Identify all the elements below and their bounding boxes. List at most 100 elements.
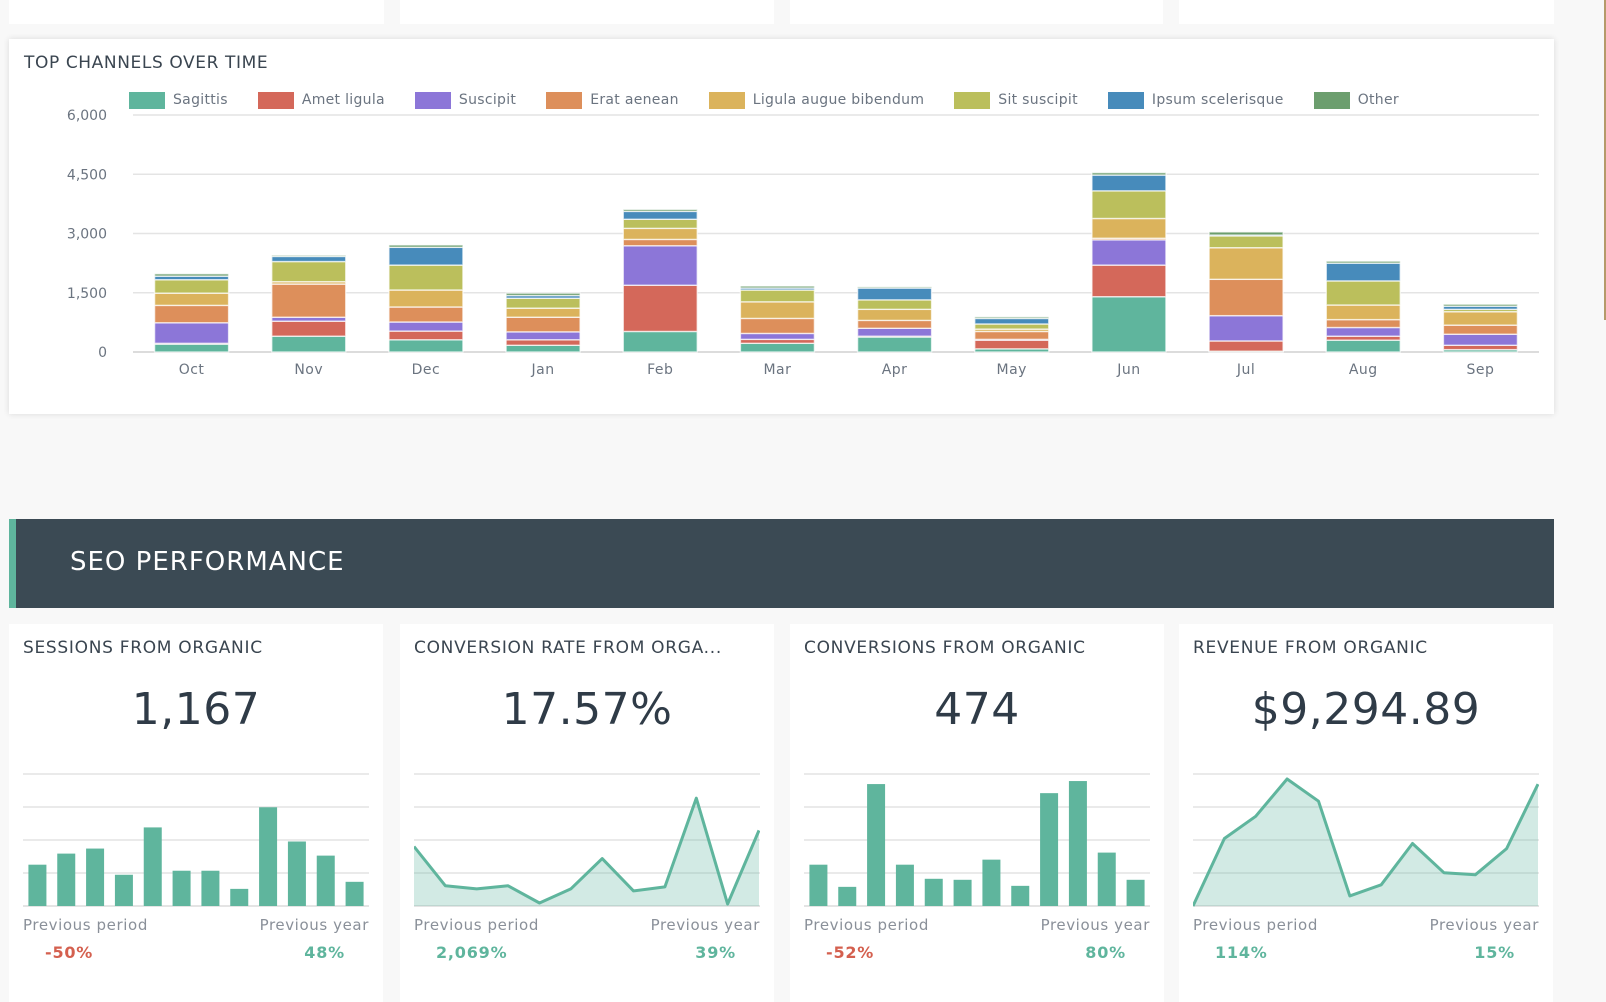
- bar-segment-erat-aenean[interactable]: [388, 306, 464, 323]
- bar-segment-sit-suscipit[interactable]: [1325, 280, 1401, 306]
- bar-segment-other[interactable]: [271, 254, 347, 258]
- bar-segment-sagittis[interactable]: [856, 336, 933, 353]
- top-channels-chart: 0 1,500 3,000 4,500 6,000 Oct Nov Dec Jan Feb Mar A…: [67, 108, 1539, 378]
- bar-segment-erat-aenean[interactable]: [153, 304, 230, 324]
- bar-segment-ipsum-scelerisque[interactable]: [622, 210, 698, 220]
- bar-segment-other[interactable]: [1091, 171, 1167, 176]
- x-tick-label: Sep: [1466, 362, 1494, 378]
- bar-segment-suscipit[interactable]: [1325, 326, 1401, 337]
- spark-bar: [345, 881, 364, 906]
- spark-bar: [895, 864, 914, 906]
- bar-segment-ipsum-scelerisque[interactable]: [856, 287, 933, 301]
- bar-segment-sit-suscipit[interactable]: [739, 289, 816, 303]
- bar-segment-ligula-augue-bibendum[interactable]: [1442, 311, 1519, 326]
- bar-segment-suscipit[interactable]: [1442, 333, 1519, 346]
- bar-segment-other[interactable]: [1325, 260, 1401, 264]
- bar-segment-amet-ligula[interactable]: [505, 339, 581, 346]
- bar-segment-suscipit[interactable]: [856, 327, 933, 337]
- kpi-card-conversions: CONVERSIONS FROM ORGANIC 474 Previous peri…: [790, 624, 1164, 1002]
- bar-segment-ligula-augue-bibendum[interactable]: [1325, 304, 1401, 321]
- bar-segment-ligula-augue-bibendum[interactable]: [1208, 247, 1284, 281]
- bar-segment-other[interactable]: [1208, 231, 1284, 236]
- bar-segment-other[interactable]: [856, 286, 933, 289]
- bar-segment-sit-suscipit[interactable]: [271, 260, 347, 283]
- x-tick-label: Oct: [179, 362, 205, 378]
- bar-segment-other[interactable]: [622, 208, 698, 213]
- bar-segment-erat-aenean[interactable]: [271, 283, 347, 318]
- bar-segment-sagittis[interactable]: [1325, 339, 1401, 353]
- bar-segment-amet-ligula[interactable]: [1091, 264, 1167, 298]
- bar-segment-other[interactable]: [505, 292, 581, 297]
- bar-segment-sagittis[interactable]: [153, 343, 230, 353]
- bar-segment-sagittis[interactable]: [388, 339, 464, 353]
- bar-segment-suscipit[interactable]: [505, 331, 581, 341]
- bar-segment-suscipit[interactable]: [739, 332, 816, 341]
- bar-segment-erat-aenean[interactable]: [1208, 278, 1284, 317]
- bar-segment-erat-aenean[interactable]: [622, 238, 698, 247]
- bar-segment-other[interactable]: [974, 316, 1050, 320]
- bar-segment-erat-aenean[interactable]: [1442, 324, 1519, 335]
- top-widget-card-2: [400, 0, 774, 24]
- bar-segment-other[interactable]: [1442, 303, 1519, 307]
- bar-segment-suscipit[interactable]: [622, 245, 698, 286]
- bar-segment-erat-aenean[interactable]: [974, 330, 1050, 341]
- bar-segment-other[interactable]: [388, 244, 464, 249]
- bar-segment-ligula-augue-bibendum[interactable]: [856, 308, 933, 322]
- kpi-sparkline: [414, 773, 760, 907]
- bar-segment-erat-aenean[interactable]: [856, 319, 933, 329]
- kpi-title: CONVERSIONS FROM ORGANIC: [804, 638, 1086, 658]
- bar-segment-sagittis[interactable]: [622, 330, 698, 353]
- bar-segment-amet-ligula[interactable]: [622, 284, 698, 333]
- kpi-sparkline: [804, 773, 1150, 907]
- bar-segment-sagittis[interactable]: [739, 342, 816, 353]
- spark-bar: [1040, 793, 1059, 906]
- x-tick-label: Jun: [1116, 362, 1140, 378]
- bar-segment-suscipit[interactable]: [1091, 239, 1167, 266]
- bar-segment-sit-suscipit[interactable]: [622, 218, 698, 230]
- bar-segment-sit-suscipit[interactable]: [856, 299, 933, 311]
- bar-segment-amet-ligula[interactable]: [388, 330, 464, 341]
- bar-segment-amet-ligula[interactable]: [974, 339, 1050, 350]
- previous-year-change: 48%: [304, 943, 345, 962]
- previous-year-label: Previous year: [1040, 916, 1150, 934]
- bar-segment-ipsum-scelerisque[interactable]: [974, 317, 1050, 325]
- bar-segment-sit-suscipit[interactable]: [1091, 190, 1167, 220]
- bar-segment-other[interactable]: [739, 285, 816, 289]
- bar-segment-amet-ligula[interactable]: [271, 320, 347, 337]
- previous-period-change: -52%: [826, 943, 875, 962]
- bar-segment-erat-aenean[interactable]: [505, 316, 581, 333]
- spark-bar: [924, 878, 943, 906]
- bar-segment-ipsum-scelerisque[interactable]: [1325, 262, 1401, 282]
- bar-segment-erat-aenean[interactable]: [1325, 318, 1401, 329]
- kpi-title: SESSIONS FROM ORGANIC: [23, 638, 263, 658]
- spark-area: [1193, 779, 1538, 906]
- kpi-card-revenue: REVENUE FROM ORGANIC $9,294.89 Previous pe…: [1179, 624, 1553, 1002]
- bar-segment-amet-ligula[interactable]: [1208, 340, 1284, 352]
- bar-segment-ligula-augue-bibendum[interactable]: [739, 301, 816, 320]
- bar-segment-sagittis[interactable]: [1091, 296, 1167, 353]
- bar-segment-ipsum-scelerisque[interactable]: [1091, 174, 1167, 192]
- bar-segment-sit-suscipit[interactable]: [505, 297, 581, 309]
- bar-segment-ligula-augue-bibendum[interactable]: [153, 292, 230, 307]
- y-tick-label: 1,500: [67, 286, 107, 302]
- bar-segment-ipsum-scelerisque[interactable]: [271, 255, 347, 263]
- bar-segment-sit-suscipit[interactable]: [388, 264, 464, 291]
- bar-segment-ipsum-scelerisque[interactable]: [388, 246, 464, 266]
- seo-section-header: SEO PERFORMANCE: [9, 519, 1554, 608]
- bar-segment-ligula-augue-bibendum[interactable]: [505, 307, 581, 318]
- bar-segment-sagittis[interactable]: [505, 344, 581, 353]
- bar-segment-ligula-augue-bibendum[interactable]: [622, 227, 698, 241]
- bar-segment-suscipit[interactable]: [388, 321, 464, 332]
- bar-segment-sit-suscipit[interactable]: [153, 279, 230, 294]
- bar-segment-suscipit[interactable]: [1208, 314, 1284, 342]
- bar-segment-other[interactable]: [153, 273, 230, 277]
- spark-bar: [201, 870, 220, 906]
- bar-segment-suscipit[interactable]: [153, 322, 230, 345]
- bar-segment-erat-aenean[interactable]: [739, 317, 816, 335]
- bar-segment-sit-suscipit[interactable]: [974, 323, 1050, 330]
- bar-segment-sagittis[interactable]: [271, 335, 347, 353]
- bar-segment-ligula-augue-bibendum[interactable]: [1091, 217, 1167, 239]
- bar-segment-sit-suscipit[interactable]: [1208, 235, 1284, 249]
- bar-segment-ligula-augue-bibendum[interactable]: [388, 289, 464, 308]
- seo-section-title: SEO PERFORMANCE: [70, 547, 345, 577]
